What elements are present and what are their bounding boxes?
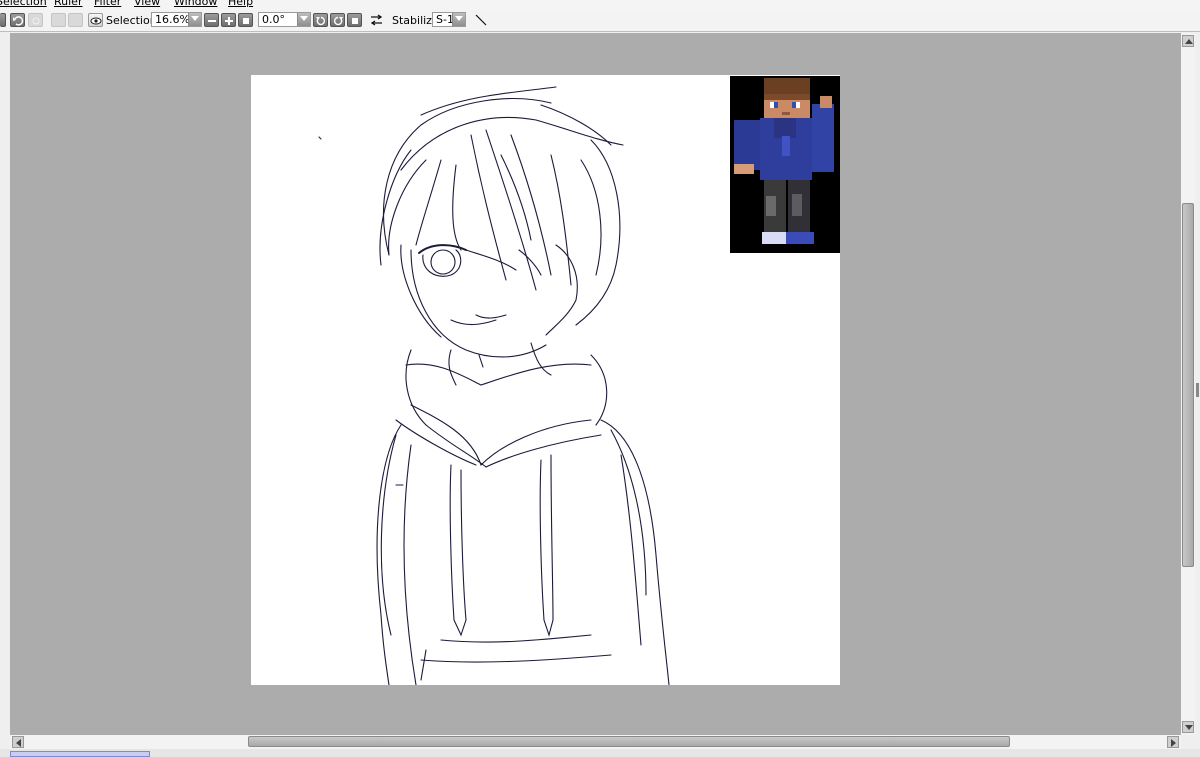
- rotate-right-icon: [334, 16, 343, 26]
- undo-button[interactable]: [10, 13, 25, 27]
- vertical-scroll-thumb[interactable]: [1182, 203, 1194, 567]
- rotate-right-button[interactable]: [330, 13, 345, 27]
- rotation-reset-button[interactable]: [347, 13, 362, 27]
- menu-selection[interactable]: Selection: [0, 0, 47, 8]
- zoom-value: 16.6%: [155, 13, 190, 26]
- menu-window[interactable]: Window: [174, 0, 217, 8]
- canvas-tab[interactable]: [10, 751, 150, 757]
- rotation-dropdown-button[interactable]: [297, 13, 310, 26]
- reference-image: [730, 76, 840, 253]
- rotation-combo[interactable]: 0.0°: [258, 12, 311, 27]
- redo-button[interactable]: [28, 13, 43, 27]
- redo-icon: [32, 17, 40, 25]
- rotate-left-icon: [316, 16, 325, 26]
- invert-selection-button[interactable]: [68, 13, 83, 27]
- clear-selection-button[interactable]: [51, 13, 66, 27]
- toolbar-edge: [0, 13, 6, 27]
- minus-icon: [208, 20, 216, 22]
- scroll-up-button[interactable]: [1182, 35, 1194, 47]
- selection-visibility-button[interactable]: [88, 13, 103, 27]
- chevron-up-icon: [1185, 39, 1193, 44]
- menu-ruler[interactable]: Ruler: [54, 0, 82, 8]
- horizontal-scrollbar[interactable]: [10, 735, 1181, 749]
- menu-filter[interactable]: Filter: [94, 0, 121, 8]
- square-icon: [243, 18, 249, 24]
- flip-horizontal-icon: [370, 14, 383, 26]
- plus-icon: [225, 17, 233, 25]
- chevron-down-icon: [455, 16, 463, 21]
- panel-resize-grip[interactable]: [1196, 383, 1199, 397]
- menu-bar: Selection Ruler Filter View Window Help: [0, 0, 1200, 10]
- chevron-down-icon: [300, 16, 308, 21]
- zoom-in-button[interactable]: [221, 13, 236, 27]
- selection-label: Selection: [106, 14, 157, 27]
- chevron-left-icon: [16, 739, 21, 747]
- chevron-down-icon: [191, 16, 199, 21]
- chevron-right-icon: [1171, 739, 1176, 747]
- left-panel-edge: [0, 33, 10, 749]
- rotation-value: 0.0°: [262, 13, 285, 26]
- vertical-scrollbar[interactable]: [1181, 33, 1195, 735]
- straight-line-button[interactable]: [474, 13, 488, 27]
- canvas-tab-bar: [0, 749, 1200, 757]
- scroll-right-button[interactable]: [1167, 736, 1179, 748]
- rotate-left-button[interactable]: [313, 13, 328, 27]
- eye-icon: [90, 17, 102, 25]
- stabilizer-dropdown-button[interactable]: [452, 13, 465, 26]
- chevron-down-icon: [1185, 725, 1193, 730]
- straight-line-icon: [475, 14, 487, 26]
- flip-horizontal-button[interactable]: [369, 13, 384, 27]
- horizontal-scroll-thumb[interactable]: [248, 736, 1010, 747]
- stabilizer-combo[interactable]: S-1: [432, 12, 466, 27]
- zoom-out-button[interactable]: [204, 13, 219, 27]
- zoom-combo[interactable]: 16.6%: [151, 12, 202, 27]
- menu-view[interactable]: View: [134, 0, 160, 8]
- zoom-reset-button[interactable]: [238, 13, 253, 27]
- minecraft-skin-illustration: [730, 76, 840, 253]
- zoom-dropdown-button[interactable]: [188, 13, 201, 26]
- scroll-left-button[interactable]: [12, 736, 24, 748]
- menu-help[interactable]: Help: [228, 0, 253, 8]
- scroll-down-button[interactable]: [1182, 721, 1194, 733]
- canvas-toolbar: Selection 16.6% 0.0° Stabilizer S-1: [0, 10, 1200, 32]
- square-icon: [352, 18, 358, 24]
- undo-icon: [13, 16, 24, 26]
